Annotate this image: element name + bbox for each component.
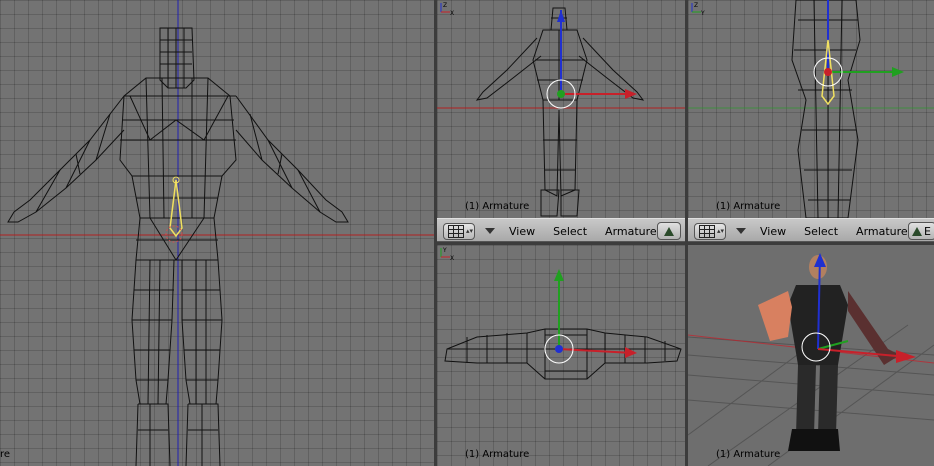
svg-text:Y: Y <box>700 10 705 16</box>
wireframe-character-side <box>688 0 934 218</box>
wireframe-character-small <box>437 7 685 217</box>
axis-gizmo-icon: Z X <box>440 2 454 16</box>
svg-text:Z: Z <box>443 2 447 9</box>
viewport-type-icon[interactable]: ▴▾ <box>443 222 475 240</box>
menu-armature[interactable]: Armature <box>852 225 912 238</box>
viewport-type-icon[interactable]: ▴▾ <box>694 222 726 240</box>
menu-armature[interactable]: Armature <box>601 225 661 238</box>
blender-3d-workspace: re Z X (1) Armature Z Y (1) Armature ▴▾ … <box>0 0 934 466</box>
front-small-viewport[interactable]: Z X (1) Armature <box>437 0 685 218</box>
top-viewport[interactable]: Y X (1) Armature <box>437 245 685 466</box>
perspective-viewport[interactable]: (1) Armature <box>688 245 934 466</box>
wireframe-character-front <box>0 0 434 466</box>
menu-select[interactable]: Select <box>549 225 591 238</box>
viewport-info-label: (1) Armature <box>716 201 781 212</box>
svg-text:X: X <box>450 10 454 16</box>
axis-gizmo-icon: Y X <box>440 247 454 261</box>
dropdown-arrow-icon[interactable] <box>485 228 495 234</box>
svg-text:Z: Z <box>694 2 698 9</box>
viewport-header-right: ▴▾ View Select Armature E <box>688 218 934 242</box>
svg-text:Y: Y <box>442 247 447 254</box>
edit-mode-icon[interactable]: E <box>908 222 934 240</box>
viewport-header-left: ▴▾ View Select Armature <box>437 218 685 242</box>
shaded-character-perspective <box>688 253 934 466</box>
viewport-info-label: (1) Armature <box>465 449 530 460</box>
dropdown-arrow-icon[interactable] <box>736 228 746 234</box>
wireframe-character-top <box>444 269 682 380</box>
menu-view[interactable]: View <box>756 225 790 238</box>
menu-select[interactable]: Select <box>800 225 842 238</box>
viewport-info-label: (1) Armature <box>716 449 781 460</box>
viewport-info-label: (1) Armature <box>465 201 530 212</box>
viewport-info-label: re <box>0 449 11 460</box>
side-viewport[interactable]: Z Y (1) Armature <box>688 0 934 218</box>
edit-mode-icon[interactable] <box>657 222 681 240</box>
axis-gizmo-icon: Z Y <box>691 2 705 16</box>
bone-shape <box>169 179 183 238</box>
svg-text:X: X <box>450 255 454 261</box>
menu-view[interactable]: View <box>505 225 539 238</box>
front-viewport[interactable]: re <box>0 0 434 466</box>
